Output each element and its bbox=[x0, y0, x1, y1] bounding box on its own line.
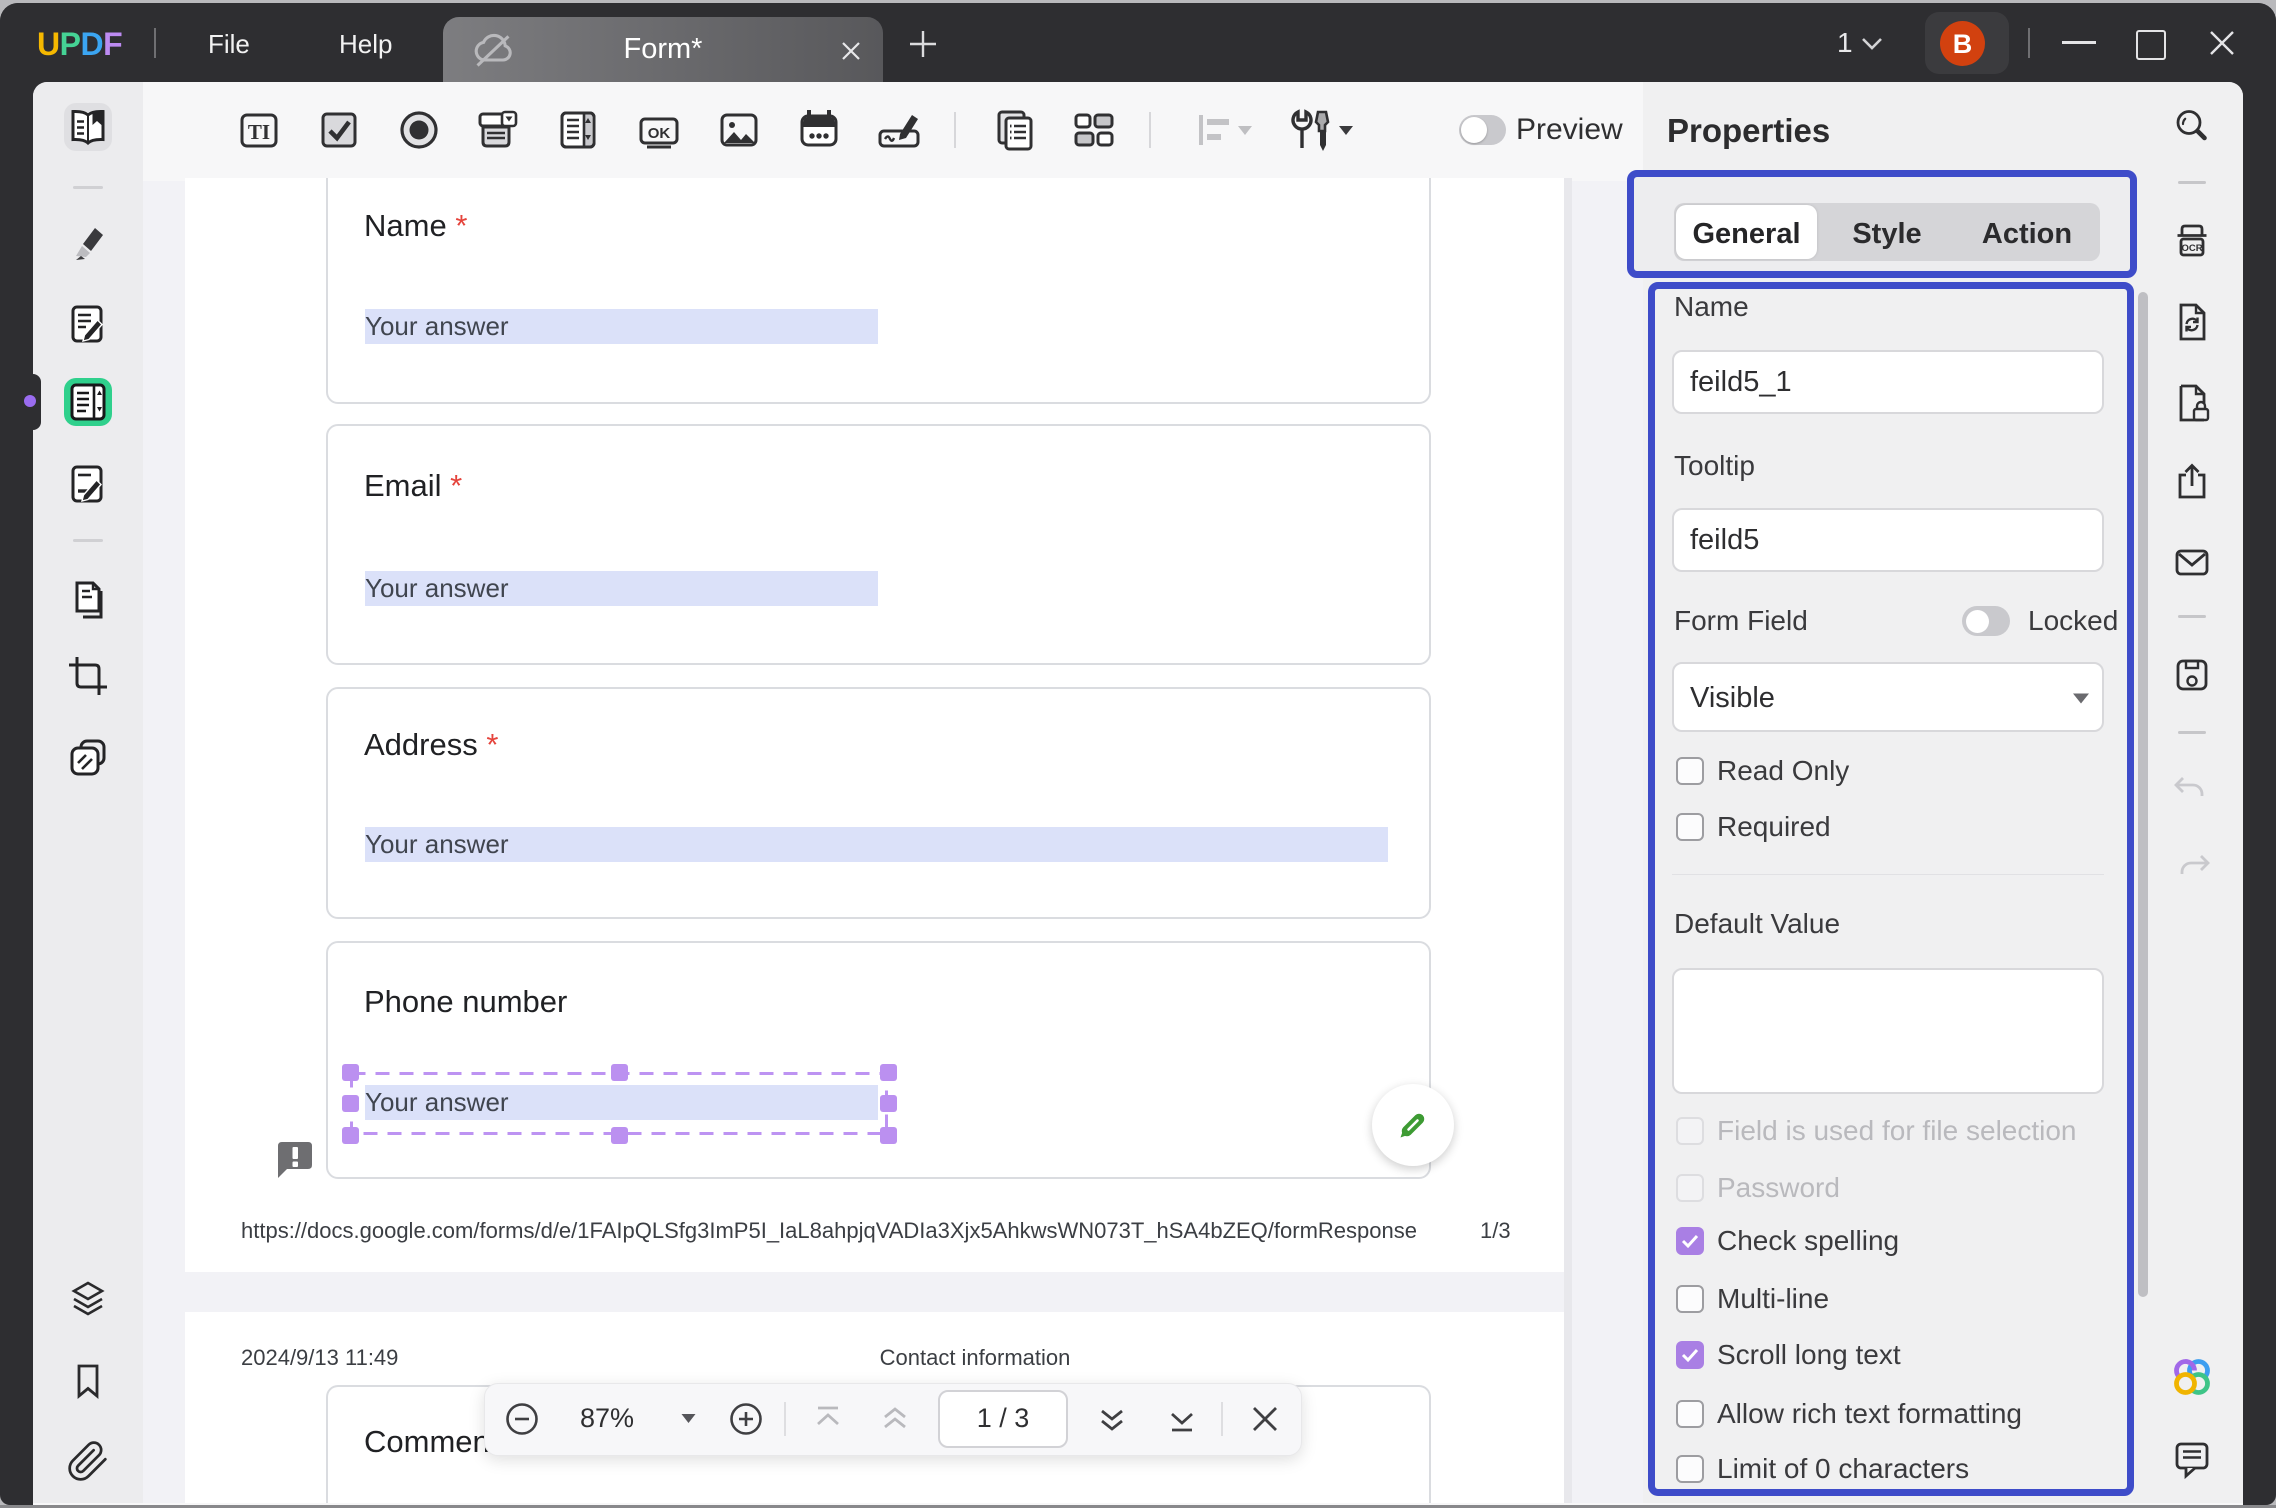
svg-text:OK: OK bbox=[648, 125, 671, 142]
svg-text:TI: TI bbox=[248, 120, 270, 144]
svg-text:OCR: OCR bbox=[2181, 243, 2202, 254]
